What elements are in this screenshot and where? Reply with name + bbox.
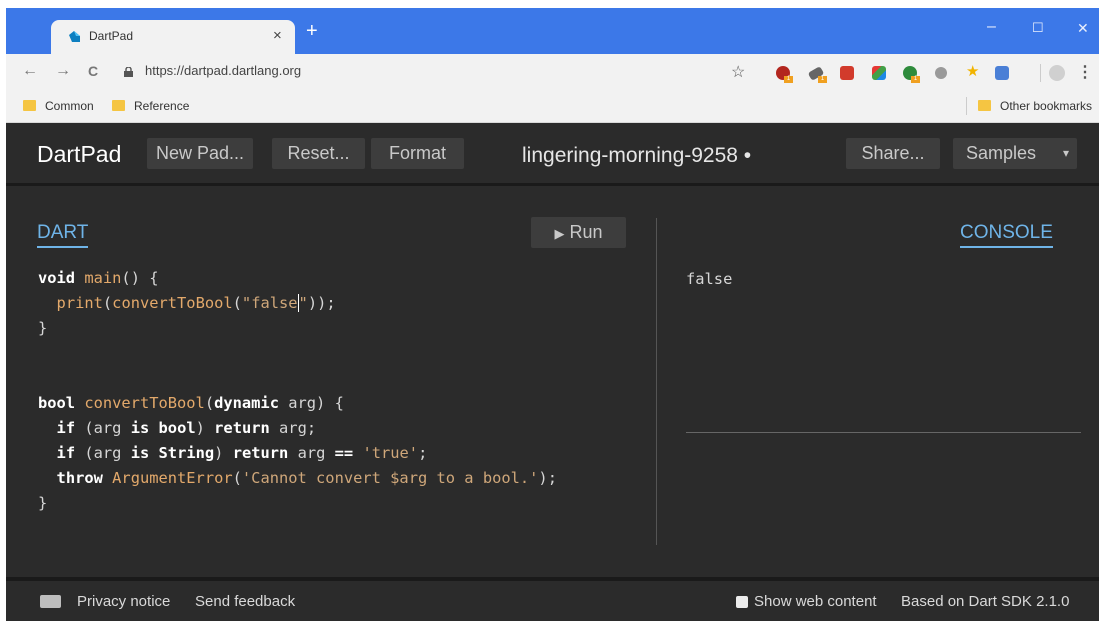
- browser-window: DartPad × + – ☐ ✕ ← → C https://dartpad.…: [6, 8, 1099, 621]
- extension-red-box-icon[interactable]: [840, 66, 854, 80]
- extension-badge: 1: [911, 76, 920, 83]
- dart-favicon-icon: [69, 31, 80, 42]
- address-toolbar: ← → C https://dartpad.dartlang.org ☆ 1 1…: [6, 54, 1099, 90]
- toolbar-separator: [1040, 64, 1041, 82]
- lock-icon: [124, 67, 133, 77]
- share-button[interactable]: Share...: [846, 138, 940, 169]
- extension-translate-icon[interactable]: [995, 66, 1009, 80]
- send-feedback-link[interactable]: Send feedback: [195, 593, 295, 610]
- code-line: throw ArgumentError('Cannot convert $arg…: [56, 469, 557, 487]
- tab-close-icon[interactable]: ×: [273, 27, 282, 44]
- bookmark-reference[interactable]: Reference: [134, 99, 189, 113]
- code-line: }: [38, 494, 48, 512]
- extension-star-icon[interactable]: ★: [966, 62, 980, 80]
- samples-label: Samples: [966, 143, 1037, 163]
- show-web-content-checkbox[interactable]: [736, 596, 748, 608]
- tab-dart[interactable]: DART: [37, 222, 89, 248]
- code-line: if (arg is String) return arg == 'true';: [56, 444, 428, 462]
- url-field[interactable]: https://dartpad.dartlang.org: [145, 63, 301, 78]
- extension-disc-icon[interactable]: [935, 67, 947, 79]
- bookmarks-separator: [966, 97, 967, 115]
- back-icon[interactable]: ←: [22, 62, 38, 80]
- code-editor-panel: DART ▶ Run void main() { print(convertTo…: [6, 186, 656, 581]
- bookmark-common[interactable]: Common: [45, 99, 94, 113]
- code-line: bool convertToBool(dynamic arg) {: [38, 394, 344, 412]
- pad-name: lingering-morning-9258 •: [522, 144, 752, 167]
- tab-console[interactable]: CONSOLE: [960, 222, 1053, 248]
- run-button[interactable]: ▶ Run: [531, 217, 626, 248]
- code-line: }: [38, 319, 48, 337]
- dartpad-header: DartPad New Pad... Reset... Format linge…: [6, 123, 1099, 186]
- bookmark-star-icon[interactable]: ☆: [731, 62, 745, 82]
- bookmark-other[interactable]: Other bookmarks: [1000, 99, 1092, 113]
- text-cursor: ": [297, 294, 308, 312]
- extension-colorful-icon[interactable]: [872, 66, 886, 80]
- maximize-icon[interactable]: ☐: [1032, 20, 1044, 36]
- profile-icon[interactable]: [1049, 65, 1065, 81]
- samples-button[interactable]: Samples ▾: [953, 138, 1077, 169]
- close-window-icon[interactable]: ✕: [1077, 20, 1089, 37]
- reload-icon[interactable]: C: [88, 63, 98, 79]
- run-label: Run: [569, 222, 603, 242]
- code-line: void main() {: [38, 269, 159, 287]
- minimize-icon[interactable]: –: [987, 18, 996, 36]
- code-line: print(convertToBool("false"));: [56, 294, 336, 312]
- console-divider[interactable]: [686, 432, 1081, 433]
- extension-badge: 1: [818, 76, 827, 83]
- folder-icon: [23, 100, 36, 111]
- tab-title: DartPad: [89, 29, 134, 43]
- menu-icon[interactable]: ⋮: [1077, 62, 1093, 82]
- privacy-notice-link[interactable]: Privacy notice: [77, 593, 170, 610]
- dartpad-logo: DartPad: [37, 141, 122, 167]
- new-tab-button[interactable]: +: [306, 20, 318, 43]
- console-output: false: [686, 270, 733, 288]
- play-icon: ▶: [554, 226, 565, 241]
- reset-button[interactable]: Reset...: [272, 138, 365, 169]
- browser-tab[interactable]: DartPad ×: [51, 20, 295, 54]
- keyboard-icon[interactable]: [40, 595, 61, 608]
- forward-icon[interactable]: →: [55, 62, 71, 80]
- sdk-version: Based on Dart SDK 2.1.0: [901, 593, 1070, 610]
- format-button[interactable]: Format: [371, 138, 464, 169]
- code-editor[interactable]: void main() { print(convertToBool("false…: [38, 266, 557, 516]
- folder-icon: [112, 100, 125, 111]
- title-bar: DartPad × + – ☐ ✕: [6, 8, 1099, 54]
- extension-badge: 1: [784, 76, 793, 83]
- bookmarks-bar: Common Reference Other bookmarks: [6, 90, 1099, 123]
- chevron-down-icon: ▾: [1063, 146, 1070, 160]
- console-panel: CONSOLE false: [657, 186, 1099, 581]
- show-web-content-label[interactable]: Show web content: [754, 593, 877, 610]
- folder-icon: [978, 100, 991, 111]
- footer: Privacy notice Send feedback Show web co…: [6, 581, 1099, 621]
- code-line: if (arg is bool) return arg;: [56, 419, 317, 437]
- new-pad-button[interactable]: New Pad...: [147, 138, 254, 169]
